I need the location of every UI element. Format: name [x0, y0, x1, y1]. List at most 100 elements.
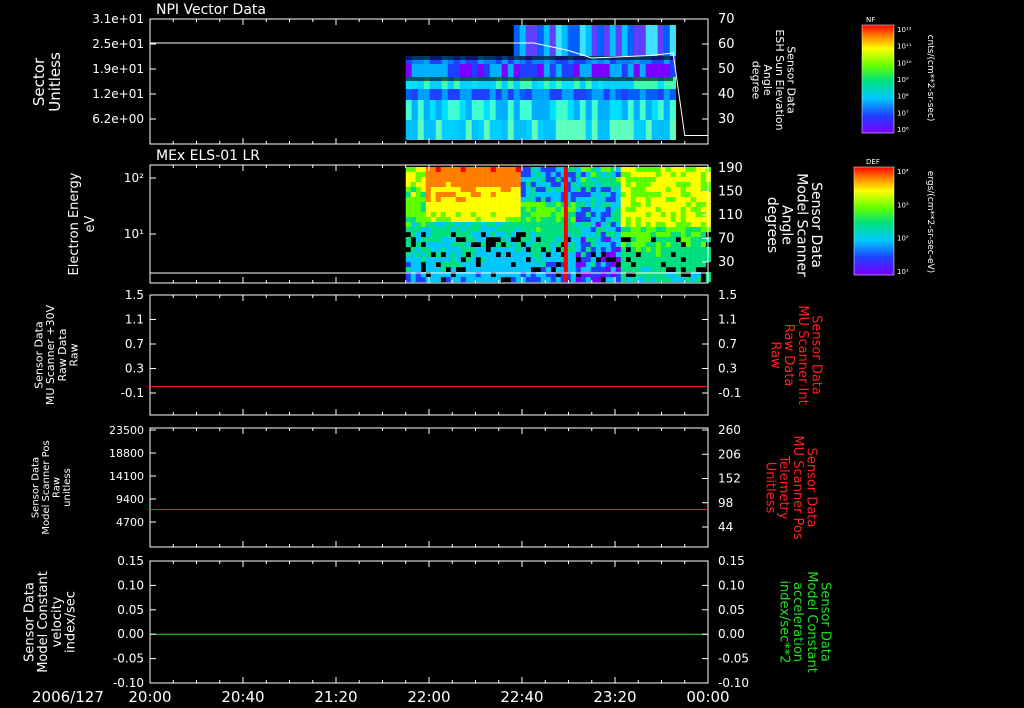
heat-cell: [435, 267, 441, 273]
heat-cell: [465, 120, 472, 140]
heat-cell: [490, 247, 496, 253]
heat-cell: [620, 172, 626, 178]
heat-cell: [535, 252, 541, 258]
heat-cell: [465, 262, 471, 268]
heat-cell: [625, 187, 631, 193]
heat-cell: [555, 64, 562, 77]
heat-cell: [475, 197, 481, 203]
heat-cell: [445, 172, 451, 178]
heat-cell: [530, 177, 536, 183]
heat-cell: [595, 167, 601, 173]
y-tick-label: 0.15: [718, 554, 745, 568]
heat-cell: [430, 227, 436, 233]
heat-cell: [690, 257, 696, 263]
heat-cell: [615, 252, 621, 258]
heat-cell: [600, 172, 606, 178]
heat-cell: [585, 89, 592, 100]
heat-cell: [645, 252, 651, 258]
heat-cell: [545, 277, 551, 283]
heat-cell: [530, 187, 536, 193]
heat-cell: [445, 212, 451, 218]
heat-cell: [500, 267, 506, 273]
heat-cell: [505, 167, 511, 173]
panel4-left-label: Sensor Data Model Scanner Pos Raw unitless: [30, 440, 73, 534]
heat-cell: [570, 182, 576, 188]
heat-cell: [575, 222, 581, 228]
heat-cell: [700, 262, 706, 268]
heat-cell: [640, 247, 646, 253]
heat-cell: [660, 257, 666, 263]
heat-cell: [555, 237, 561, 243]
heat-cell: [485, 267, 491, 273]
heat-cell: [485, 232, 491, 238]
heat-cell: [590, 197, 596, 203]
heat-cell: [660, 267, 666, 273]
heat-cell: [695, 217, 701, 223]
heat-cell: [495, 182, 501, 188]
y-tick-label: 260: [718, 423, 741, 437]
heat-cell: [470, 247, 476, 253]
heat-cell: [645, 277, 651, 283]
heat-cell: [480, 207, 486, 213]
heat-cell: [585, 64, 592, 77]
heat-cell: [440, 267, 446, 273]
heat-cell: [445, 217, 451, 223]
heat-cell: [609, 100, 616, 120]
heat-cell: [455, 187, 461, 193]
heat-cell: [515, 197, 521, 203]
heat-cell: [655, 192, 661, 198]
heat-cell: [660, 232, 666, 238]
heat-cell: [435, 242, 441, 248]
heat-cell: [505, 267, 511, 273]
colorbar-tick-label: 10⁴: [897, 168, 909, 176]
heat-cell: [570, 212, 576, 218]
heat-cell: [645, 25, 652, 56]
heat-cell: [490, 222, 496, 228]
heat-cell: [600, 267, 606, 273]
y-tick-label: 50: [718, 62, 735, 77]
heat-cell: [490, 277, 496, 283]
heat-cell: [540, 212, 546, 218]
heat-cell: [645, 197, 651, 203]
heat-cell: [420, 227, 426, 233]
heat-cell: [405, 217, 411, 223]
heat-cell: [510, 242, 516, 248]
heat-cell: [450, 227, 456, 233]
axis-label-line: Angle: [779, 205, 795, 245]
heat-cell: [450, 202, 456, 208]
y-tick-label: 0.05: [718, 603, 745, 617]
heat-cell: [435, 277, 441, 283]
heat-cell: [485, 262, 491, 268]
heat-cell: [700, 252, 706, 258]
heat-cell: [630, 247, 636, 253]
heat-cell: [639, 120, 646, 140]
heat-cell: [650, 222, 656, 228]
heat-cell: [700, 217, 706, 223]
heat-cell: [420, 192, 426, 198]
heat-cell: [555, 120, 562, 140]
heat-cell: [525, 64, 532, 77]
heat-cell: [410, 172, 416, 178]
heat-cell: [550, 187, 556, 193]
heat-cell: [625, 222, 631, 228]
heat-cell: [465, 172, 471, 178]
heat-cell: [440, 202, 446, 208]
heat-cell: [580, 242, 586, 248]
heat-cell: [635, 247, 641, 253]
heat-cell: [405, 242, 411, 248]
heat-cell: [630, 187, 636, 193]
heat-cell: [440, 257, 446, 263]
heat-cell: [495, 247, 501, 253]
heat-cell: [690, 217, 696, 223]
heat-cell: [430, 177, 436, 183]
heat-cell: [650, 212, 656, 218]
heat-cell: [501, 100, 508, 120]
heat-cell: [525, 182, 531, 188]
heat-cell: [515, 187, 521, 193]
heat-cell: [455, 167, 461, 173]
heat-cell: [515, 212, 521, 218]
heat-cell: [640, 227, 646, 233]
y-tick-label: 190: [718, 161, 743, 176]
heat-cell: [695, 197, 701, 203]
heat-cell: [490, 172, 496, 178]
